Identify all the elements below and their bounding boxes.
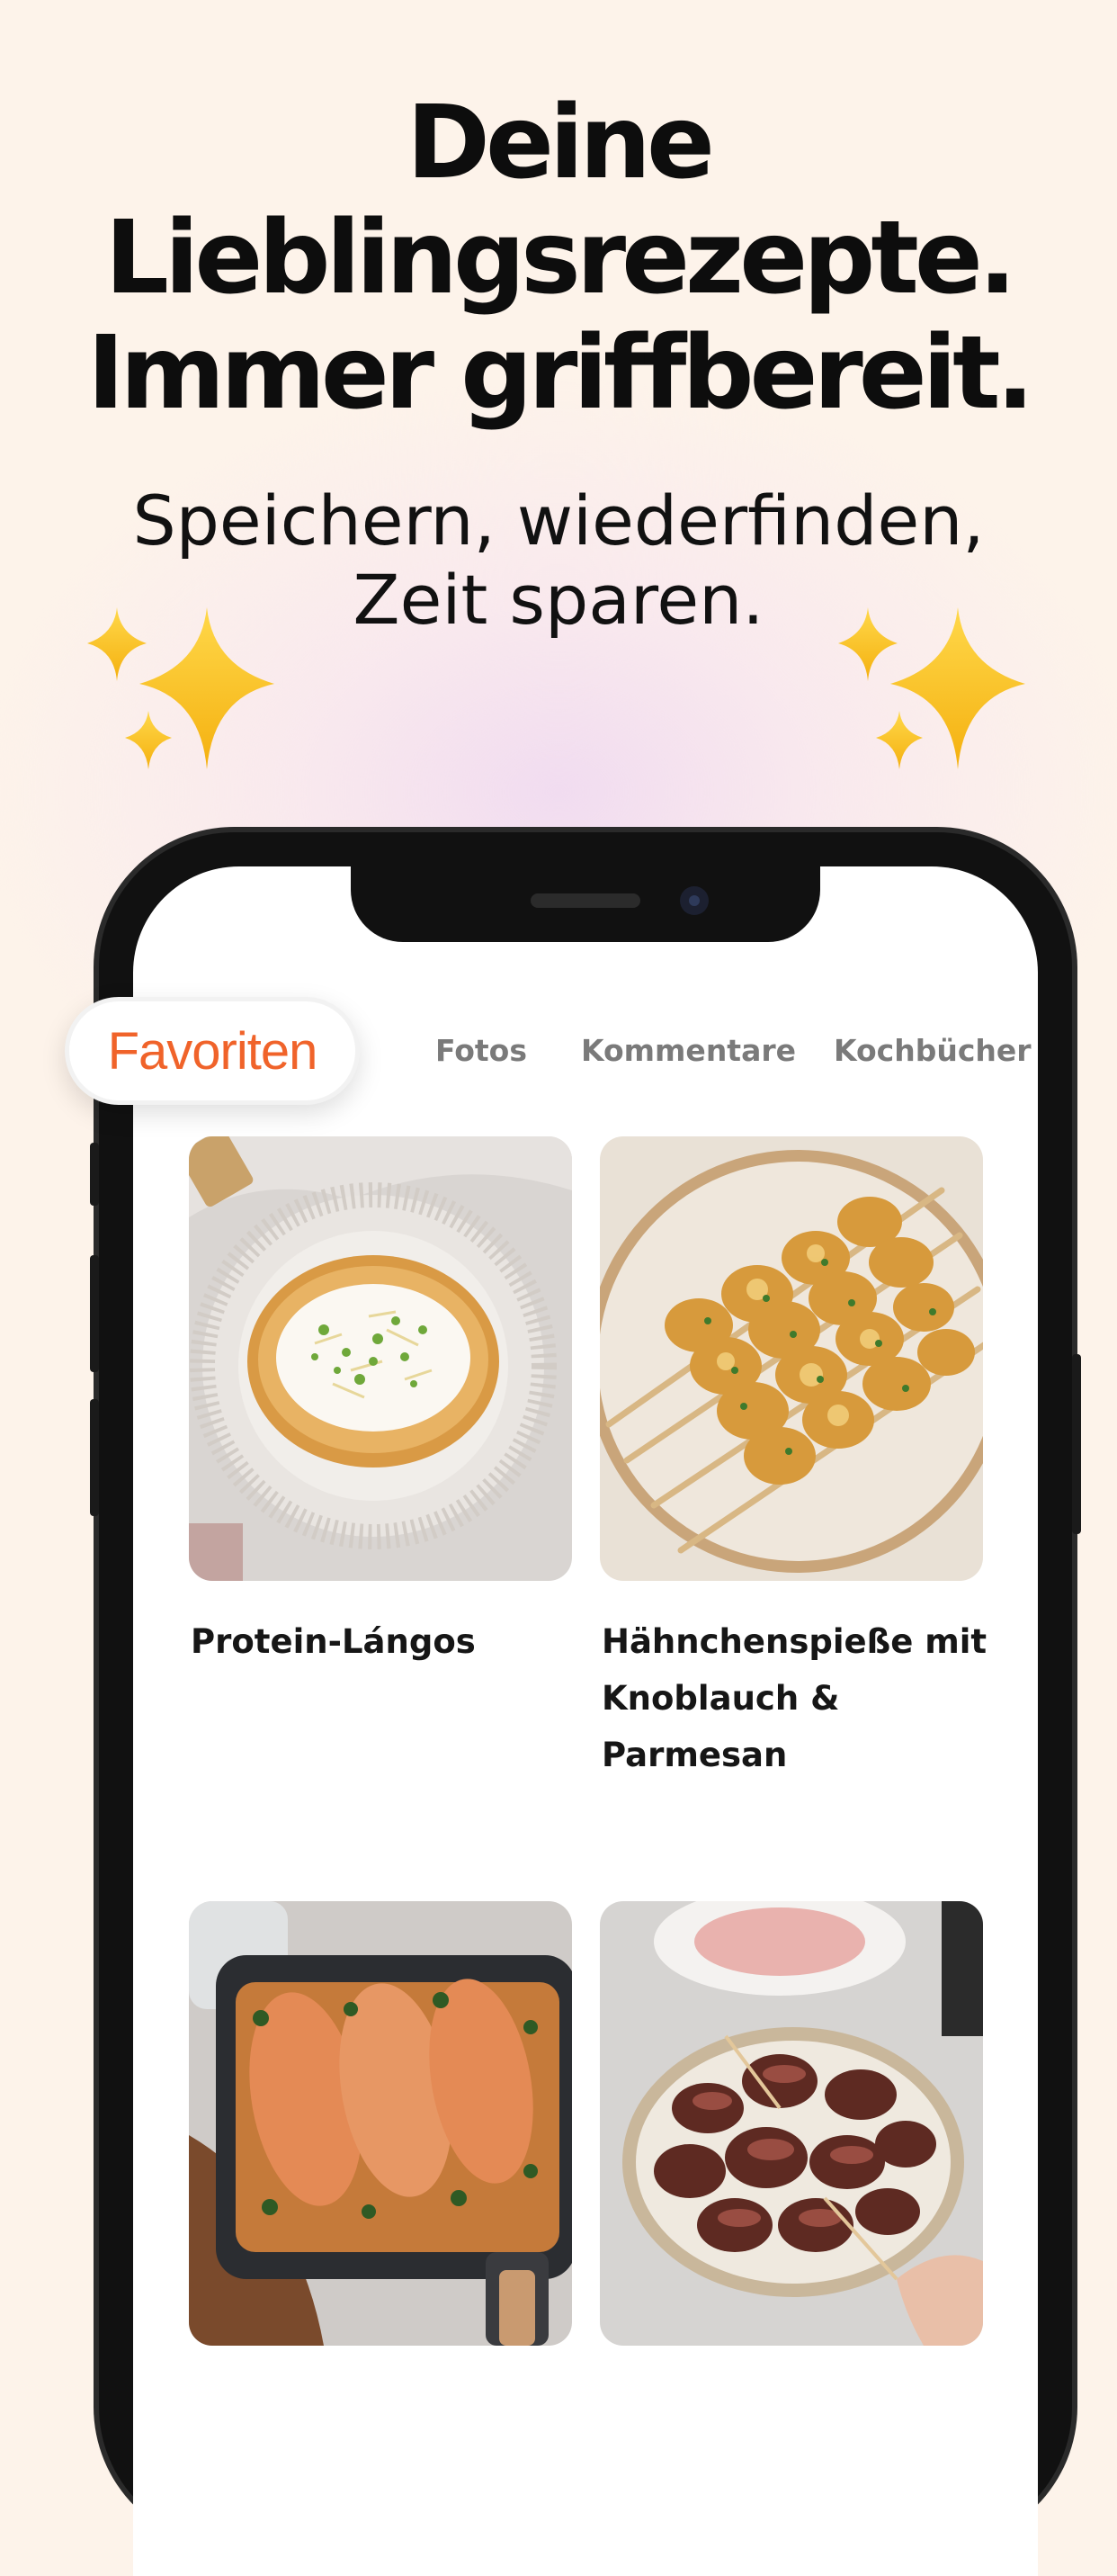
headline-line-1: Deine bbox=[406, 85, 715, 202]
phone-screen: Protein-Lángos Hähnchenspieße mit Knobla… bbox=[133, 866, 1038, 2576]
tab-kochbuecher[interactable]: Kochbücher bbox=[834, 1033, 1032, 1068]
headline-line-3: Immer griffbereit. bbox=[86, 315, 1034, 432]
recipe-title[interactable]: Hähnchenspieße mit Knoblauch & Parmesan bbox=[602, 1613, 988, 1783]
bacon-dates-photo[interactable] bbox=[600, 1901, 983, 2346]
power-button bbox=[1072, 1354, 1081, 1534]
speaker bbox=[531, 893, 640, 908]
langos-photo[interactable] bbox=[189, 1136, 572, 1581]
chicken-skewers-photo[interactable] bbox=[600, 1136, 983, 1581]
volume-up-button bbox=[90, 1255, 99, 1372]
sparkles-icon bbox=[87, 607, 274, 769]
notch bbox=[351, 866, 820, 942]
headline-line-2: Lieblingsrezepte. bbox=[104, 200, 1017, 317]
tab-favoriten[interactable]: Favoriten bbox=[65, 997, 360, 1105]
front-camera bbox=[680, 886, 709, 915]
side-button bbox=[90, 1143, 99, 1206]
headline: Deine Lieblingsrezepte. Immer griffberei… bbox=[0, 85, 1117, 431]
tab-favoriten-label: Favoriten bbox=[107, 1021, 318, 1081]
recipe-title[interactable]: Protein-Lángos bbox=[191, 1613, 577, 1670]
subheadline-line-1: Speichern, wiederfinden, bbox=[132, 480, 985, 561]
volume-down-button bbox=[90, 1399, 99, 1516]
tab-kommentare[interactable]: Kommentare bbox=[581, 1033, 796, 1068]
salmon-airfryer-photo[interactable] bbox=[189, 1901, 572, 2346]
sparkles-icon bbox=[838, 607, 1025, 769]
tab-fotos[interactable]: Fotos bbox=[435, 1033, 527, 1068]
